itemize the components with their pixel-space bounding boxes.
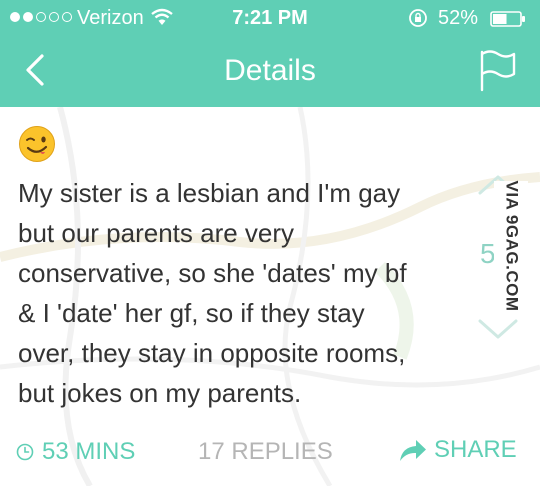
clock-icon <box>16 443 34 461</box>
share-button[interactable]: SHARE <box>398 435 517 465</box>
time-ago-label: 53 MINS <box>42 438 136 465</box>
post-text: My sister is a lesbian and I'm gay but o… <box>18 178 407 408</box>
flag-icon[interactable] <box>472 46 520 94</box>
watermark-text: VIA 9GAG.COM <box>502 180 521 312</box>
post-time: 53 MINS <box>16 437 135 467</box>
share-label: SHARE <box>434 436 517 463</box>
downvote-chevron-icon[interactable] <box>476 315 520 343</box>
winking-face-icon <box>19 126 55 162</box>
nav-bar: Details <box>0 36 540 107</box>
app-header: Verizon 7:21 PM 52% Details <box>0 0 540 107</box>
battery-icon <box>490 11 525 27</box>
watermark: VIA 9GAG.COM <box>494 180 528 312</box>
status-bar: Verizon 7:21 PM 52% <box>0 0 540 36</box>
battery-percentage: 52% <box>438 7 479 29</box>
rotation-lock-icon <box>409 9 427 27</box>
replies-count[interactable]: 17 REPLIES <box>198 437 333 467</box>
page-title: Details <box>224 54 316 87</box>
post-card: My sister is a lesbian and I'm gay but o… <box>0 107 540 486</box>
share-arrow-icon <box>400 440 426 461</box>
post-footer: 53 MINS 17 REPLIES SHARE <box>0 427 540 477</box>
